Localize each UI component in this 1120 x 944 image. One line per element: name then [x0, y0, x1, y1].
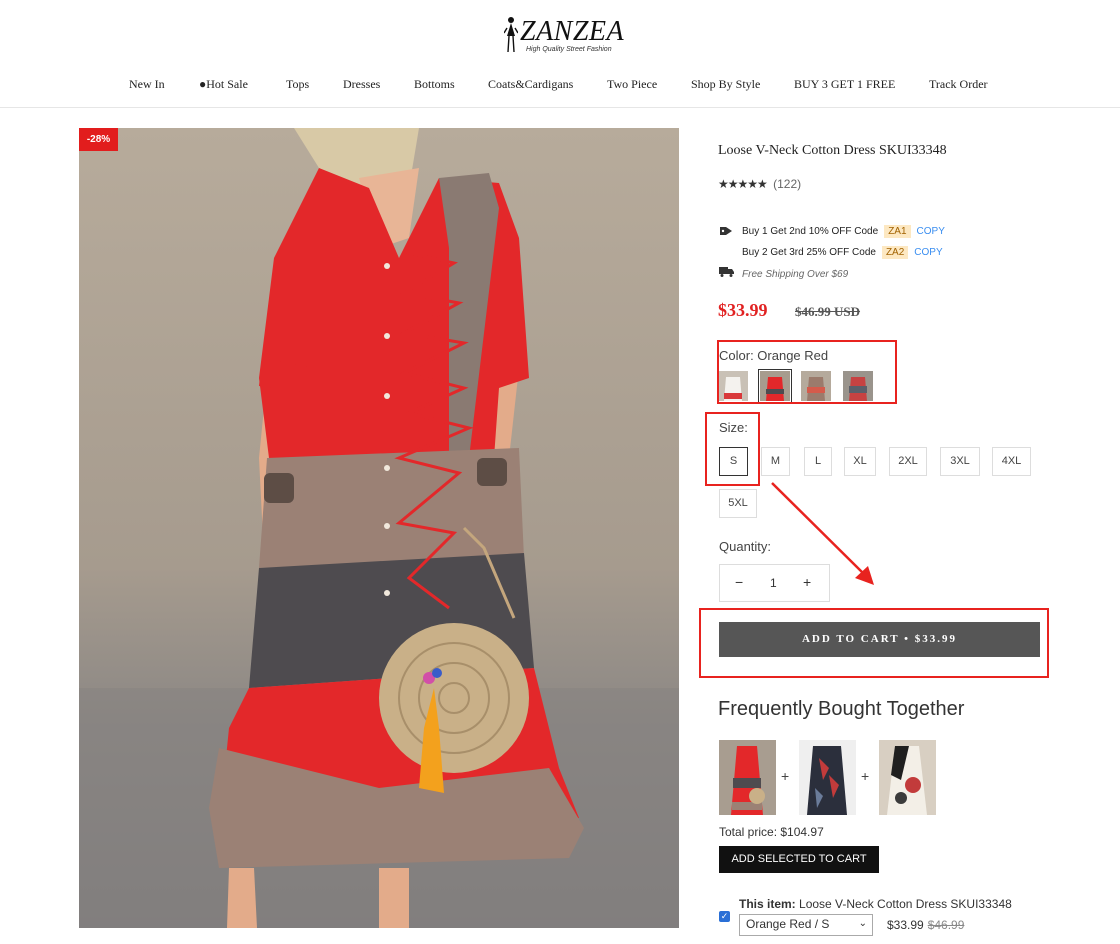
- item-original-price: $46.99: [927, 918, 965, 932]
- item-sale-price: $33.99: [887, 918, 924, 932]
- chevron-down-icon: ⌄: [858, 918, 867, 929]
- this-item-checkbox[interactable]: ✓: [719, 911, 730, 922]
- original-price: $46.99 USD: [795, 304, 861, 319]
- size-option-4xl[interactable]: 4XL: [992, 447, 1031, 476]
- this-item-line: This item: Loose V-Neck Cotton Dress SKU…: [739, 897, 1012, 911]
- this-item-price: $33.99 $46.99: [887, 918, 964, 932]
- fbt-total-price: Total price: $104.97: [719, 825, 824, 839]
- nav-dresses[interactable]: Dresses: [343, 77, 380, 92]
- product-main-image[interactable]: [79, 128, 679, 928]
- nav-track-order[interactable]: Track Order: [929, 77, 988, 92]
- qty-value-input[interactable]: 1: [770, 576, 777, 590]
- brand-tagline: High Quality Street Fashion: [526, 46, 612, 53]
- logo-figure-icon: [504, 17, 518, 53]
- nav-new-in[interactable]: New In: [129, 77, 165, 92]
- nav-bottoms[interactable]: Bottoms: [414, 77, 455, 92]
- fbt-plus-sign: +: [781, 768, 790, 784]
- size-option-m[interactable]: M: [761, 447, 790, 476]
- rating-stars: ★★★★★: [718, 177, 768, 191]
- price-tag-icon: [720, 227, 732, 235]
- quantity-stepper: − 1 +: [719, 564, 830, 602]
- nav-hot-sale-label: Hot Sale: [206, 77, 248, 91]
- brand-logo[interactable]: ZANZEA High Quality Street Fashion: [500, 14, 624, 58]
- fbt-product-2-image[interactable]: [799, 740, 856, 815]
- fbt-product-3-image[interactable]: [879, 740, 936, 815]
- promo-text: Buy 2 Get 3rd 25% OFF Code: [742, 247, 876, 258]
- free-shipping-note: Free Shipping Over $69: [742, 269, 849, 280]
- size-option-5xl[interactable]: 5XL: [719, 489, 757, 518]
- quantity-label: Quantity:: [719, 539, 772, 554]
- variant-select[interactable]: Orange Red / S ⌄: [739, 914, 873, 936]
- size-option-2xl[interactable]: 2XL: [889, 447, 927, 476]
- promo-code: ZA2: [881, 246, 909, 259]
- promo-line-2: Buy 2 Get 3rd 25% OFF Code ZA2 COPY: [742, 246, 943, 259]
- add-selected-to-cart-button[interactable]: ADD SELECTED TO CART: [719, 846, 879, 873]
- product-rating[interactable]: ★★★★★ (122): [718, 177, 801, 191]
- highlight-size-box: [705, 412, 760, 486]
- nav-shop-by-style[interactable]: Shop By Style: [691, 77, 760, 92]
- fbt-product-1-image[interactable]: [719, 740, 776, 815]
- this-item-label: This item:: [739, 897, 796, 911]
- qty-decrease-button[interactable]: −: [735, 574, 743, 590]
- fbt-heading: Frequently Bought Together: [718, 698, 965, 720]
- nav-tops[interactable]: Tops: [286, 77, 309, 92]
- nav-coats-cardigans[interactable]: Coats&Cardigans: [488, 77, 573, 92]
- fbt-plus-sign: +: [861, 768, 870, 784]
- truck-icon: [719, 267, 734, 277]
- product-title: Loose V-Neck Cotton Dress SKUI33348: [718, 143, 947, 158]
- review-count: (122): [773, 177, 802, 191]
- promo-text: Buy 1 Get 2nd 10% OFF Code: [742, 226, 879, 237]
- nav-hot-sale[interactable]: ●Hot Sale: [199, 77, 248, 92]
- nav-two-piece[interactable]: Two Piece: [607, 77, 657, 92]
- qty-increase-button[interactable]: +: [803, 574, 811, 590]
- copy-code-button[interactable]: COPY: [917, 226, 945, 237]
- promo-code: ZA1: [884, 225, 911, 238]
- site-header: ZANZEA High Quality Street Fashion New I…: [0, 0, 1120, 108]
- dress-illustration: [79, 128, 679, 928]
- brand-name: ZANZEA: [520, 16, 625, 47]
- size-option-xl[interactable]: XL: [844, 447, 876, 476]
- copy-code-button[interactable]: COPY: [914, 247, 942, 258]
- highlight-cart-box: [699, 608, 1049, 678]
- promo-line-1: Buy 1 Get 2nd 10% OFF Code ZA1 COPY: [742, 225, 945, 238]
- this-item-name: Loose V-Neck Cotton Dress SKUI33348: [799, 897, 1012, 911]
- variant-selected-value: Orange Red / S: [746, 917, 830, 931]
- highlight-color-box: [717, 340, 897, 404]
- sale-price: $33.99: [718, 300, 768, 320]
- discount-badge: -28%: [79, 128, 118, 151]
- main-nav: New In ●Hot Sale Tops Dresses Bottoms Co…: [0, 77, 1120, 95]
- nav-buy3-get1[interactable]: BUY 3 GET 1 FREE: [794, 77, 895, 92]
- size-option-3xl[interactable]: 3XL: [940, 447, 980, 476]
- size-option-l[interactable]: L: [804, 447, 832, 476]
